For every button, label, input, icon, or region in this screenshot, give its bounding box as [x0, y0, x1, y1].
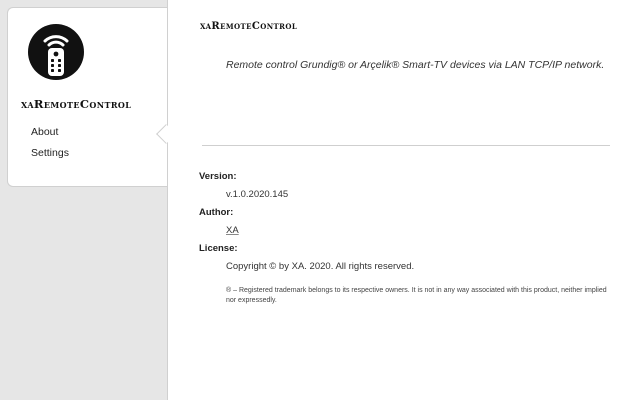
page-title: xaRemoteControl	[200, 21, 298, 32]
version-value: v.1.0.2020.145	[226, 189, 289, 200]
divider	[202, 145, 610, 146]
app-title: xaRemoteControl	[21, 97, 132, 111]
trademark-footnote: ® – Registered trademark belongs to its …	[226, 287, 607, 304]
author-link[interactable]: XA	[226, 225, 239, 236]
license-value: Copyright © by XA. 2020. All rights rese…	[226, 261, 415, 272]
remote-control-icon	[28, 24, 84, 80]
app-description: Remote control Grundig® or Arçelik® Smar…	[226, 59, 605, 71]
sidebar-item-about[interactable]: About	[31, 126, 58, 138]
sidebar-item-settings[interactable]: Settings	[31, 147, 69, 159]
author-label: Author:	[199, 207, 234, 218]
license-label: License:	[199, 243, 238, 254]
version-label: Version:	[199, 171, 237, 182]
